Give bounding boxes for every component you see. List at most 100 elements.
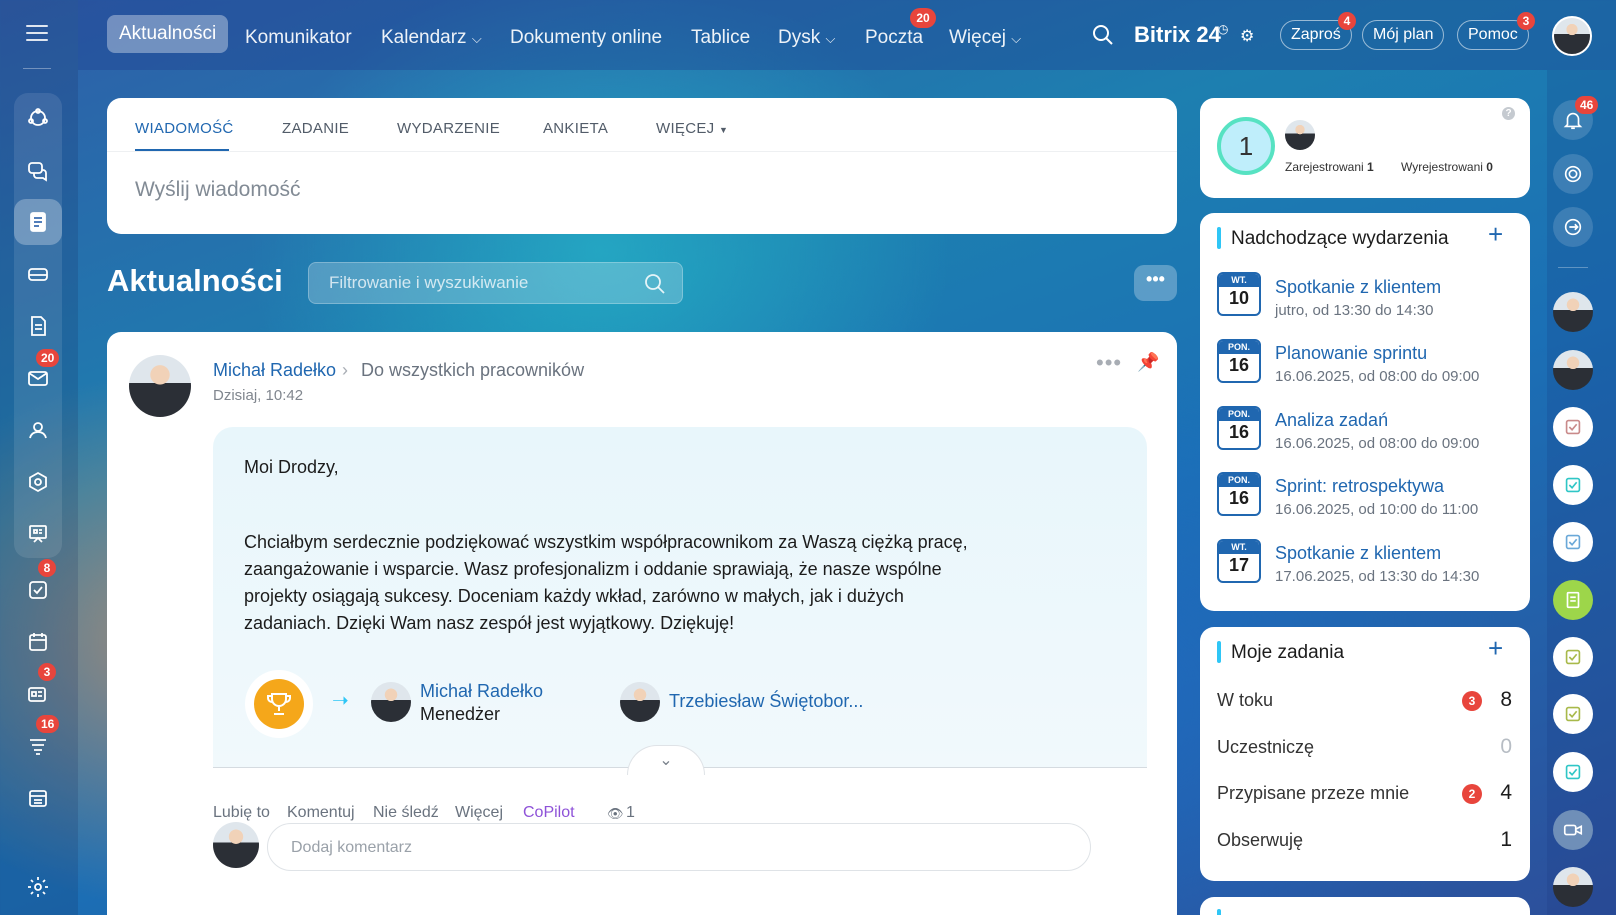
add-event-icon[interactable]: +: [1488, 219, 1503, 250]
post-audience[interactable]: Do wszystkich pracowników: [361, 360, 584, 381]
activity-icon[interactable]: [1553, 154, 1593, 194]
task-count[interactable]: 4: [1500, 781, 1512, 805]
mail-icon[interactable]: 20: [14, 349, 62, 401]
store-icon[interactable]: [14, 775, 62, 821]
event-title[interactable]: Sprint: retrospektywa: [1275, 476, 1444, 497]
nav-aktualnosci[interactable]: Aktualności: [107, 15, 229, 53]
presence-ring[interactable]: 1: [1217, 117, 1275, 175]
commenter-avatar: [213, 822, 259, 868]
receiver-name[interactable]: Trzebiesław Świętobor...: [669, 691, 863, 712]
event-date: WT. 17: [1217, 539, 1261, 583]
more-actions-button[interactable]: Więcej: [455, 804, 503, 822]
event-title[interactable]: Spotkanie z klientem: [1275, 543, 1441, 564]
unfollow-button[interactable]: Nie śledź: [373, 804, 439, 822]
message-line-1: Chciałbym serdecznie podziękować wszystk…: [244, 532, 968, 552]
post-author[interactable]: Michał Radełko: [213, 360, 336, 381]
task-count[interactable]: 0: [1500, 735, 1512, 759]
event-time: 17.06.2025, od 13:30 do 14:30: [1275, 568, 1480, 585]
document-icon[interactable]: [14, 303, 62, 349]
eye-icon: 👁: [607, 806, 624, 821]
post-menu-icon[interactable]: •••: [1096, 350, 1122, 376]
task-chat-icon[interactable]: [1553, 694, 1593, 734]
task-row-participating[interactable]: Uczestniczę: [1217, 737, 1314, 758]
video-call-icon[interactable]: [1553, 810, 1593, 850]
caret-down-icon: ▼: [718, 125, 729, 135]
training-icon[interactable]: [14, 511, 62, 557]
document-chat-icon[interactable]: [1553, 580, 1593, 620]
news-icon[interactable]: 3: [14, 663, 62, 717]
automation-icon[interactable]: [14, 459, 62, 505]
task-row-assigned[interactable]: Przypisane przeze mnie: [1217, 783, 1409, 804]
settings-icon[interactable]: [14, 864, 62, 910]
tab-more[interactable]: WIĘCEJ ▼: [656, 120, 728, 137]
task-row-in-progress[interactable]: W toku: [1217, 690, 1273, 711]
nav-dysk-label: Dysk: [778, 27, 821, 48]
contact-avatar[interactable]: [1553, 292, 1593, 332]
chevron-down-icon: ⌄: [659, 752, 673, 769]
feed-more-button[interactable]: •••: [1134, 265, 1177, 301]
help-icon[interactable]: ?: [1502, 107, 1515, 120]
pin-icon[interactable]: 📌: [1137, 352, 1159, 373]
user-avatar[interactable]: [1552, 16, 1592, 56]
message-input[interactable]: Wyślij wiadomość: [135, 178, 301, 202]
events-widget: Nadchodzące wydarzenia + WT. 10 Spotkanie…: [1200, 213, 1530, 611]
crm-icon[interactable]: 16: [14, 715, 62, 769]
contact-avatar[interactable]: [1553, 867, 1593, 907]
task-chat-icon[interactable]: [1553, 637, 1593, 677]
feed-search-input[interactable]: Filtrowanie i wyszukiwanie: [308, 262, 683, 304]
author-avatar[interactable]: [129, 355, 191, 417]
task-count[interactable]: 1: [1500, 828, 1512, 852]
nav-komunikator[interactable]: Komunikator: [245, 22, 352, 54]
event-title[interactable]: Spotkanie z klientem: [1275, 277, 1441, 298]
task-chat-icon[interactable]: [1553, 752, 1593, 792]
event-title[interactable]: Analiza zadań: [1275, 410, 1388, 431]
event-day: PON.: [1219, 474, 1259, 487]
event-date-num: 17: [1228, 555, 1250, 575]
tab-message[interactable]: WIADOMOŚĆ: [135, 120, 234, 137]
message-line-2: zaangażowanie i wsparcie. Wasz profesjon…: [244, 559, 942, 579]
giver-avatar[interactable]: [371, 682, 411, 722]
nav-dokumenty[interactable]: Dokumenty online: [510, 22, 662, 54]
rail-divider: [1558, 267, 1588, 268]
event-title[interactable]: Planowanie sprintu: [1275, 343, 1427, 364]
feed-icon[interactable]: [14, 199, 62, 245]
task-chat-icon[interactable]: [1553, 522, 1593, 562]
task-chat-icon[interactable]: [1553, 465, 1593, 505]
contact-avatar[interactable]: [1553, 350, 1593, 390]
my-plan-button[interactable]: Mój plan: [1362, 20, 1445, 50]
like-button[interactable]: Lubię to: [213, 804, 270, 822]
nav-tablice[interactable]: Tablice: [691, 22, 750, 54]
menu-icon[interactable]: [25, 22, 49, 49]
message-line-4: zadaniach. Dzięki Wam nasz zespół jest w…: [244, 613, 735, 633]
receiver-avatar[interactable]: [620, 682, 660, 722]
calendar-icon[interactable]: [14, 619, 62, 665]
copilot-button[interactable]: CoPilot: [523, 804, 575, 822]
post-time[interactable]: Dzisiaj, 10:42: [213, 387, 303, 404]
search-icon: [644, 273, 666, 300]
copilot-icon[interactable]: [14, 95, 62, 141]
task-chat-icon[interactable]: [1553, 407, 1593, 447]
presence-avatar[interactable]: [1285, 120, 1315, 150]
drive-icon[interactable]: [14, 251, 62, 297]
event-date-num: 16: [1228, 355, 1250, 375]
tab-event[interactable]: WYDARZENIE: [397, 120, 500, 137]
task-count[interactable]: 8: [1500, 688, 1512, 712]
add-task-icon[interactable]: +: [1488, 633, 1503, 664]
nav-kalendarz[interactable]: Kalendarz ⌵: [381, 22, 482, 54]
task-row-following[interactable]: Obserwuję: [1217, 830, 1303, 851]
message-body: Moi Drodzy, Chciałbym serdecznie podzięk…: [213, 427, 1147, 767]
nav-dysk[interactable]: Dysk ⌵: [778, 22, 835, 54]
comment-input[interactable]: Dodaj komentarz: [267, 823, 1091, 871]
sync-icon[interactable]: [1553, 207, 1593, 247]
tab-task[interactable]: ZADANIE: [282, 120, 349, 137]
comment-button[interactable]: Komentuj: [287, 804, 355, 822]
tasks-icon[interactable]: 8: [14, 559, 62, 613]
giver-name[interactable]: Michał Radełko: [420, 681, 543, 702]
employees-icon[interactable]: [14, 407, 62, 453]
nav-wiecej[interactable]: Więcej ⌵: [949, 22, 1021, 54]
search-icon[interactable]: [1092, 24, 1114, 51]
chat-icon[interactable]: [14, 147, 62, 193]
sliders-icon[interactable]: ⚙: [1240, 26, 1254, 46]
tab-poll[interactable]: ANKIETA: [543, 120, 608, 137]
event-date-num: 10: [1228, 288, 1250, 308]
